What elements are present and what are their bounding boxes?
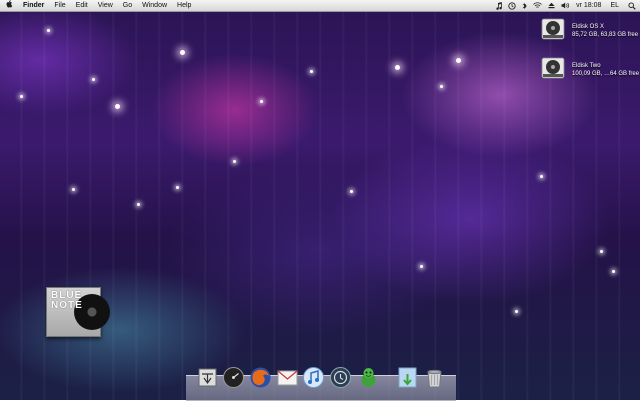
menu-window[interactable]: Window xyxy=(137,0,172,11)
time-machine-icon[interactable] xyxy=(329,366,352,389)
input-source-indicator[interactable]: EL xyxy=(604,0,625,11)
volume-icon[interactable] xyxy=(558,0,573,11)
drive-name[interactable]: Eldisk Two xyxy=(572,63,601,69)
time-machine-status-icon[interactable] xyxy=(505,0,519,11)
star xyxy=(180,50,185,55)
music-note-icon[interactable] xyxy=(493,0,505,11)
menu-finder[interactable]: Finder xyxy=(18,0,49,11)
menu-view[interactable]: View xyxy=(93,0,118,11)
menu-help[interactable]: Help xyxy=(172,0,196,11)
star xyxy=(260,100,263,103)
apple-menu[interactable] xyxy=(0,0,18,11)
adium-icon[interactable] xyxy=(357,366,380,389)
menu-edit[interactable]: Edit xyxy=(71,0,93,11)
album-title: BLUE NOTE xyxy=(51,291,101,311)
apple-icon xyxy=(6,0,13,8)
menu-go[interactable]: Go xyxy=(118,0,137,11)
star xyxy=(440,85,443,88)
eject-icon[interactable] xyxy=(545,0,558,11)
dashboard-icon[interactable] xyxy=(222,366,245,389)
menu-bar: Finder File Edit View Go Window Help vr … xyxy=(0,0,640,12)
star xyxy=(92,78,95,81)
star xyxy=(540,175,543,178)
drive-name[interactable]: Eldisk OS X xyxy=(572,24,604,30)
star xyxy=(310,70,313,73)
star xyxy=(233,160,236,163)
star xyxy=(600,250,603,253)
star xyxy=(350,190,353,193)
star xyxy=(395,65,400,70)
spotlight-search-icon[interactable] xyxy=(625,0,640,11)
star xyxy=(20,95,23,98)
app-icon[interactable] xyxy=(196,366,219,389)
star xyxy=(612,270,615,273)
star xyxy=(137,203,140,206)
star xyxy=(176,186,179,189)
album-cover-icon[interactable]: BLUE NOTE xyxy=(46,287,110,337)
star xyxy=(420,265,423,268)
wifi-icon[interactable] xyxy=(530,0,545,11)
hard-drive-icon[interactable] xyxy=(541,16,565,41)
trash-icon[interactable] xyxy=(423,366,446,389)
drive-info: 85,72 GB, 63,83 GB free xyxy=(572,32,639,38)
star xyxy=(47,29,50,32)
mail-icon[interactable] xyxy=(276,366,299,389)
status-area: vr 18:08 EL xyxy=(493,0,640,11)
downloads-icon[interactable] xyxy=(396,366,419,389)
star xyxy=(72,188,75,191)
menu-file[interactable]: File xyxy=(49,0,70,11)
drive-info: 100,09 GB, …64 GB free xyxy=(572,71,640,77)
itunes-icon[interactable] xyxy=(302,366,325,389)
hard-drive-icon[interactable] xyxy=(541,55,565,80)
star xyxy=(115,104,120,109)
bluetooth-icon[interactable] xyxy=(519,0,530,11)
menubar-clock[interactable]: vr 18:08 xyxy=(573,0,604,11)
star xyxy=(456,58,461,63)
album-title-line: NOTE xyxy=(51,300,83,311)
firefox-icon[interactable] xyxy=(249,366,272,389)
star xyxy=(515,310,518,313)
